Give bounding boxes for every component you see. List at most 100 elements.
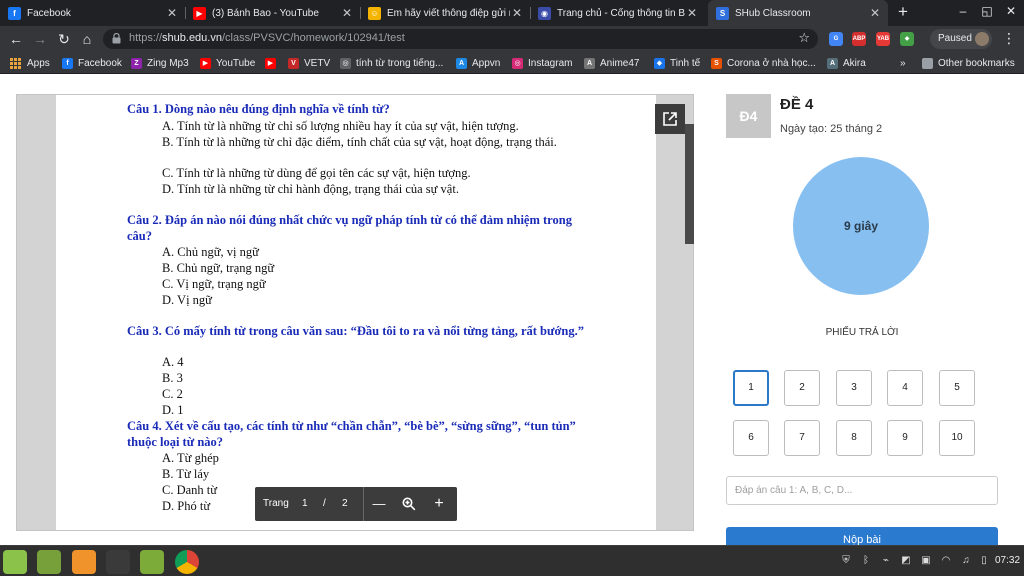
close-icon[interactable]: ✕ bbox=[685, 6, 699, 20]
question-number-button[interactable]: 8 bbox=[836, 420, 872, 456]
zing-icon: Z bbox=[131, 57, 142, 69]
battery-icon[interactable]: ▯ bbox=[978, 555, 990, 567]
system-taskbar: ⛨ ᛒ ⌁ ◩ ▣ ◠ ♫ ▯ 07:32 bbox=[0, 545, 1024, 576]
reload-icon[interactable]: ↻ bbox=[55, 30, 73, 48]
question-number-button[interactable]: 5 bbox=[939, 370, 975, 406]
back-arrow-icon[interactable]: ← bbox=[7, 30, 25, 48]
wifi-icon[interactable]: ◠ bbox=[940, 555, 952, 567]
answer-option: B. Chủ ngữ, trạng ngữ bbox=[162, 261, 275, 275]
question-number-button[interactable]: 10 bbox=[939, 420, 975, 456]
forward-arrow-icon[interactable]: → bbox=[31, 30, 49, 48]
bookmark-item[interactable]: ◎ tính từ trong tiếng... bbox=[340, 56, 443, 70]
question-number-button[interactable]: 6 bbox=[733, 420, 769, 456]
close-window-button[interactable]: ✕ bbox=[1003, 4, 1019, 18]
bookmark-item[interactable]: ◆ Tinh tế bbox=[654, 56, 700, 70]
globe-icon: ◎ bbox=[340, 57, 351, 69]
answer-input[interactable] bbox=[726, 476, 998, 505]
bookmark-item[interactable]: Apps bbox=[10, 56, 50, 70]
bookmark-item[interactable]: ▶ bbox=[265, 56, 281, 70]
bookmark-item[interactable]: A Anime47 bbox=[584, 56, 639, 70]
home-icon[interactable]: ⌂ bbox=[78, 30, 96, 48]
bookmarks-overflow-button[interactable]: » bbox=[900, 56, 906, 70]
open-external-button[interactable] bbox=[655, 104, 685, 134]
maximize-button[interactable]: ◱ bbox=[979, 4, 995, 18]
viewer-scrollbar[interactable] bbox=[685, 124, 694, 244]
question-number-button[interactable]: 3 bbox=[836, 370, 872, 406]
kebab-menu-icon[interactable]: ⋮ bbox=[1002, 30, 1016, 47]
page-controls: Trang 1 / 2 — + bbox=[255, 487, 457, 521]
anime-icon: A bbox=[584, 57, 595, 69]
bookmark-label: Tinh tế bbox=[670, 57, 701, 69]
close-icon[interactable]: ✕ bbox=[868, 6, 882, 20]
bookmark-item[interactable]: f Facebook bbox=[62, 56, 122, 70]
vetv-icon: V bbox=[288, 57, 299, 69]
other-bookmarks[interactable]: Other bookmarks bbox=[922, 56, 1015, 70]
document-viewer[interactable]: Câu 1. Dòng nào nêu đúng định nghĩa về t… bbox=[16, 94, 694, 531]
bookmark-item[interactable]: V VETV bbox=[288, 56, 330, 70]
question-number-button[interactable]: 2 bbox=[784, 370, 820, 406]
bookmark-item[interactable]: S Corona ở nhà học... bbox=[711, 56, 816, 70]
bookmark-star-icon[interactable]: ☆ bbox=[798, 30, 810, 46]
pager-divider bbox=[363, 487, 364, 521]
answer-option: B. Tính từ là những từ chỉ đặc điểm, tín… bbox=[162, 135, 557, 149]
question-number-button[interactable]: 4 bbox=[887, 370, 923, 406]
answer-option: A. Tính từ là những từ chỉ số lượng nhiề… bbox=[162, 119, 519, 133]
answer-option: B. 3 bbox=[162, 371, 183, 385]
tab-4[interactable]: ◉ Trang chủ - Cổng thông tin Bộ ✕ bbox=[530, 0, 705, 26]
question-number-button[interactable]: 7 bbox=[784, 420, 820, 456]
page-label: Trang bbox=[263, 498, 289, 509]
bookmark-item[interactable]: A Akira bbox=[827, 56, 866, 70]
tab-3[interactable]: ☺ Em hãy viết thông điệp gửi mộ ✕ bbox=[360, 0, 530, 26]
bookmark-item[interactable]: A Appvn bbox=[456, 56, 500, 70]
answer-option: A. Từ ghép bbox=[162, 451, 219, 465]
address-bar[interactable]: https://shub.edu.vn/class/PVSVC/homework… bbox=[103, 29, 818, 49]
zoom-icon[interactable] bbox=[399, 494, 419, 514]
usb-icon[interactable]: ⌁ bbox=[880, 555, 892, 567]
portal-icon: ◉ bbox=[538, 6, 551, 20]
facebook-icon: f bbox=[62, 57, 73, 69]
files-icon[interactable] bbox=[37, 550, 61, 574]
bookmark-item[interactable]: ◎ Instagram bbox=[512, 56, 572, 70]
hoc24-icon: ☺ bbox=[368, 6, 381, 20]
volume-icon[interactable]: ♫ bbox=[960, 555, 972, 567]
profile-button[interactable]: Paused bbox=[930, 29, 992, 49]
new-tab-button[interactable]: + bbox=[893, 2, 913, 22]
tab-2[interactable]: ▶ (3) Bánh Bao - YouTube ✕ bbox=[185, 0, 360, 26]
close-icon[interactable]: ✕ bbox=[340, 6, 354, 20]
extension-icon[interactable]: ◆ bbox=[900, 32, 914, 46]
zoom-in-button[interactable]: + bbox=[429, 494, 449, 514]
page-separator: / bbox=[323, 498, 326, 509]
yab-icon[interactable]: YAB bbox=[876, 32, 890, 46]
created-date: Ngày tạo: 25 tháng 2 bbox=[780, 123, 883, 135]
translate-icon[interactable]: G bbox=[829, 32, 843, 46]
nvidia-icon[interactable]: ◩ bbox=[900, 555, 912, 567]
submit-button[interactable]: Nộp bài bbox=[726, 527, 998, 545]
bookmark-label: Facebook bbox=[78, 57, 122, 69]
answer-option: A. 4 bbox=[162, 355, 184, 369]
minimize-button[interactable]: – bbox=[955, 4, 971, 18]
mint-menu-icon[interactable] bbox=[3, 550, 27, 574]
shield-icon[interactable]: ⛨ bbox=[840, 555, 852, 567]
folder-icon[interactable] bbox=[140, 550, 164, 574]
update-manager-icon[interactable] bbox=[72, 550, 96, 574]
question-number-button[interactable]: 1 bbox=[733, 370, 769, 406]
question-number-button[interactable]: 9 bbox=[887, 420, 923, 456]
network-manager-icon[interactable]: ▣ bbox=[920, 555, 932, 567]
tab-5[interactable]: S SHub Classroom ✕ bbox=[708, 0, 888, 26]
zoom-out-button[interactable]: — bbox=[369, 494, 389, 514]
question-stem: Câu 4. Xét về cấu tạo, các tính từ như “… bbox=[127, 419, 576, 449]
chrome-icon[interactable] bbox=[175, 550, 199, 574]
current-page[interactable]: 1 bbox=[302, 498, 308, 509]
bookmark-item[interactable]: ▶ YouTube bbox=[200, 56, 255, 70]
close-icon[interactable]: ✕ bbox=[165, 6, 179, 20]
akira-icon: A bbox=[827, 57, 838, 69]
abp-icon[interactable]: ABP bbox=[852, 32, 866, 46]
bluetooth-icon[interactable]: ᛒ bbox=[860, 555, 872, 567]
close-icon[interactable]: ✕ bbox=[510, 6, 524, 20]
bookmark-item[interactable]: Z Zing Mp3 bbox=[131, 56, 189, 70]
browser-toolbar: ← → ↻ ⌂ https://shub.edu.vn/class/PVSVC/… bbox=[0, 26, 1024, 52]
terminal-icon[interactable] bbox=[106, 550, 130, 574]
document-page: Câu 1. Dòng nào nêu đúng định nghĩa về t… bbox=[56, 95, 656, 530]
tab-1[interactable]: f Facebook ✕ bbox=[0, 0, 185, 26]
youtube-icon: ▶ bbox=[265, 57, 276, 69]
